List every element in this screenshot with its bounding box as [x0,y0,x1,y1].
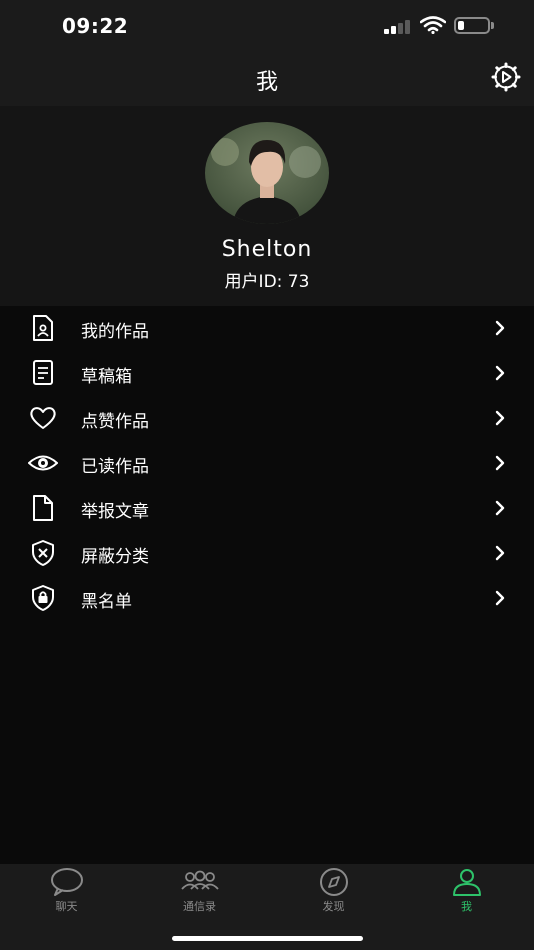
tab-contacts[interactable]: 通信录 [133,864,266,924]
menu-item-label: 已读作品 [81,457,149,477]
chevron-right-icon [495,455,505,471]
chat-bubble-icon [51,868,83,896]
compass-icon [320,868,348,896]
shield-x-icon [32,540,54,566]
tab-label: 通信录 [183,900,216,913]
document-user-icon [33,315,53,341]
status-bar: 09:22 [0,0,534,52]
menu-item-blacklist[interactable]: 黑名单 [0,576,534,621]
tab-me[interactable]: 我 [400,864,533,924]
status-time: 09:22 [62,14,129,38]
file-icon [33,495,53,521]
chevron-right-icon [495,365,505,381]
tab-label: 我 [461,900,472,913]
battery-icon [454,17,490,34]
menu-item-my-works[interactable]: 我的作品 [0,306,534,351]
menu-item-label: 屏蔽分类 [81,547,149,567]
username: Shelton [221,237,313,262]
tab-label: 发现 [322,900,345,913]
shield-lock-icon [32,585,54,611]
eye-icon [28,455,58,471]
chevron-right-icon [495,320,505,336]
menu-item-blocked-categories[interactable]: 屏蔽分类 [0,531,534,576]
wifi-icon [420,16,446,34]
menu-item-label: 草稿箱 [81,367,132,387]
avatar[interactable] [205,122,329,224]
home-indicator[interactable] [172,936,363,941]
user-id: 用户ID: 73 [224,272,310,292]
tab-discover[interactable]: 发现 [267,864,400,924]
menu-item-label: 我的作品 [81,322,149,342]
battery-level [458,21,464,30]
chevron-right-icon [495,590,505,606]
menu-item-drafts[interactable]: 草稿箱 [0,351,534,396]
menu-item-label: 点赞作品 [81,412,149,432]
tab-chat[interactable]: 聊天 [0,864,133,924]
menu-item-liked-works[interactable]: 点赞作品 [0,396,534,441]
profile-header: Shelton 用户ID: 73 [0,106,534,306]
chevron-right-icon [495,500,505,516]
person-icon [453,869,481,896]
draft-list-icon [33,360,53,385]
nav-bar: 我 [0,52,534,106]
cellular-signal-icon [384,18,412,34]
menu-item-read-works[interactable]: 已读作品 [0,441,534,486]
tab-bar: 聊天 通信录 发现 我 [0,864,534,950]
contacts-icon [181,870,219,890]
chevron-right-icon [495,545,505,561]
menu-item-report-article[interactable]: 举报文章 [0,486,534,531]
menu-item-label: 举报文章 [81,502,149,522]
tab-label: 聊天 [55,900,78,913]
page-title: 我 [255,70,278,95]
menu-item-label: 黑名单 [81,592,132,612]
heart-icon [30,407,56,429]
settings-gear-icon[interactable] [491,62,521,92]
chevron-right-icon [495,410,505,426]
